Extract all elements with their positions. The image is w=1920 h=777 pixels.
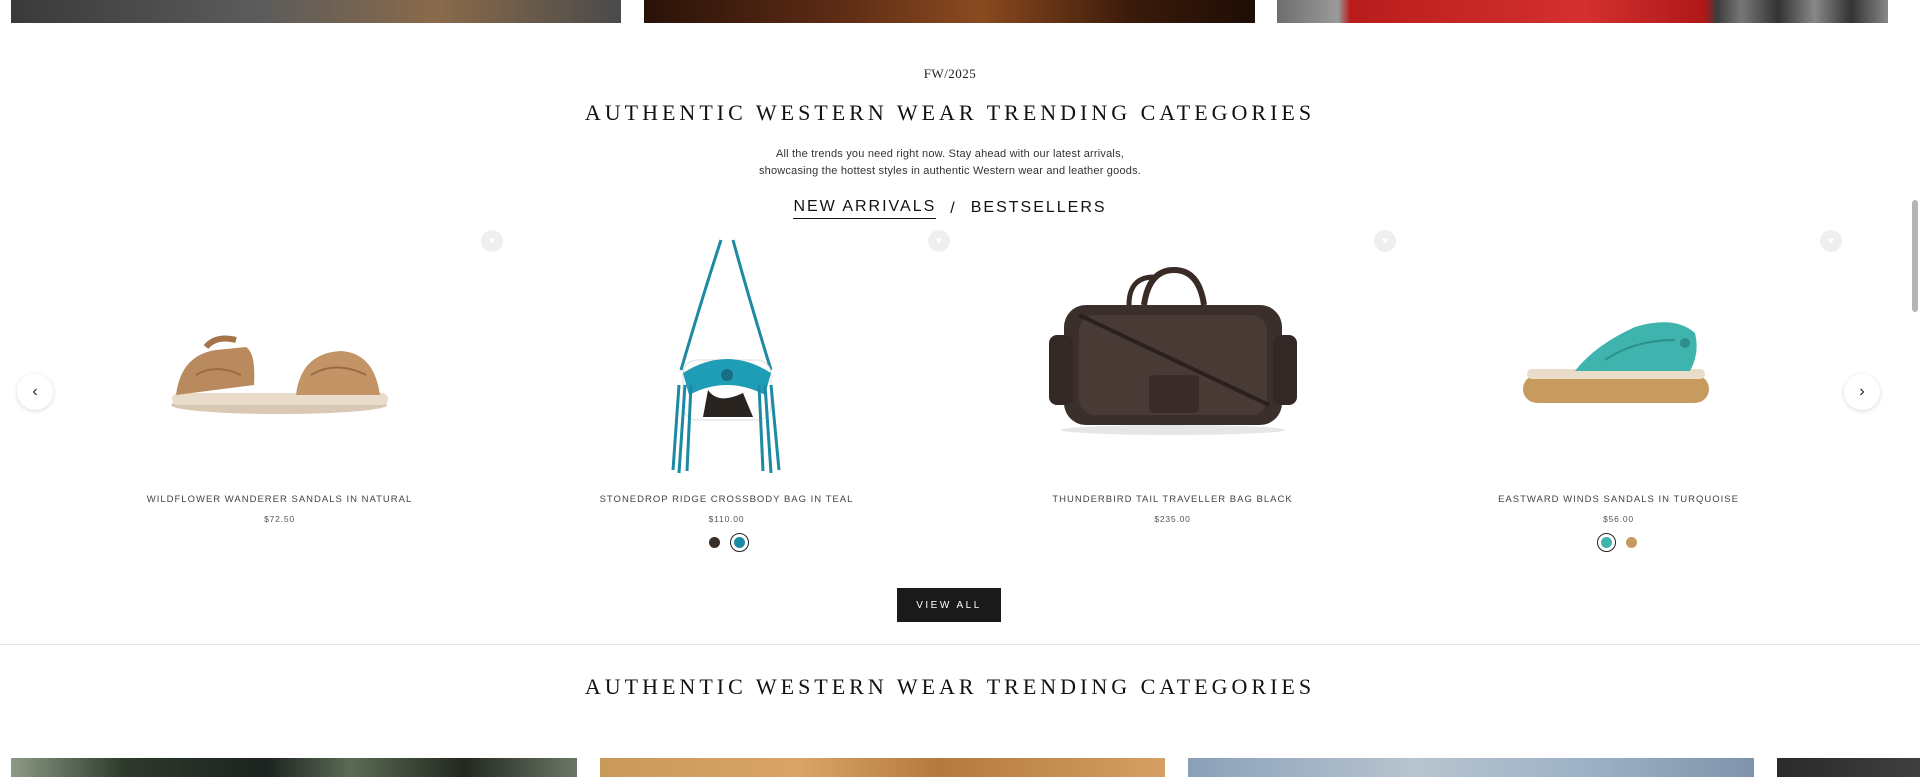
category-tile-3[interactable] [1188, 758, 1754, 777]
category-image-1[interactable] [11, 0, 621, 23]
crossbody-bag-teal-image[interactable] [503, 235, 950, 485]
product-price: $72.50 [264, 514, 295, 524]
product-card[interactable]: ♥ STONEDROP RIDGE CROSSBODY BAG IN TEAL … [503, 225, 950, 560]
product-name[interactable]: THUNDERBIRD TAIL TRAVELLER BAG BLACK [949, 494, 1396, 505]
product-name[interactable]: EASTWARD WINDS SANDALS IN TURQUOISE [1395, 494, 1842, 505]
category-tile-2[interactable] [600, 758, 1165, 777]
product-name[interactable]: STONEDROP RIDGE CROSSBODY BAG IN TEAL [503, 494, 950, 505]
product-price: $56.00 [1603, 514, 1634, 524]
chevron-right-icon: › [1859, 383, 1865, 400]
product-tabs: NEW ARRIVALS / BESTSELLERS [0, 198, 1900, 219]
chevron-left-icon: ‹ [32, 383, 38, 400]
section-title-bottom: AUTHENTIC WESTERN WEAR TRENDING CATEGORI… [584, 674, 1316, 699]
sandal-turquoise-image[interactable] [1395, 235, 1842, 485]
product-card[interactable]: ♥ THUNDERBIRD TAIL TRAVELLER BAG BLACK $… [949, 225, 1396, 560]
product-card[interactable]: ♥ EASTWARD WINDS SANDALS IN TURQUOISE $5… [1395, 225, 1842, 560]
swatch-dark[interactable] [704, 533, 724, 552]
tab-new-arrivals[interactable]: NEW ARRIVALS [793, 198, 937, 219]
view-all-button[interactable]: VIEW ALL [897, 588, 1001, 622]
tab-bestsellers[interactable]: BESTSELLERS [971, 199, 1107, 219]
category-tile-1[interactable] [11, 758, 577, 777]
page-scrollbar[interactable] [1912, 200, 1918, 312]
category-image-3[interactable] [1277, 0, 1888, 23]
swatch-teal[interactable] [729, 533, 749, 552]
swatch-turquoise[interactable] [1596, 533, 1616, 552]
section-title: AUTHENTIC WESTERN WEAR TRENDING CATEGORI… [584, 100, 1316, 125]
top-banner-strip [0, 0, 1920, 23]
sandal-natural-image[interactable] [56, 235, 503, 485]
tab-separator: / [950, 199, 957, 217]
carousel-prev-button[interactable]: ‹ [17, 374, 53, 410]
description-line: All the trends you need right now. Stay … [775, 148, 1125, 160]
category-tile-4[interactable] [1777, 758, 1920, 777]
carousel-next-button[interactable]: › [1844, 374, 1880, 410]
section-description: All the trends you need right now. Stay … [0, 146, 1900, 180]
color-swatches [1395, 533, 1842, 552]
product-name[interactable]: WILDFLOWER WANDERER SANDALS IN NATURAL [56, 494, 503, 505]
section-divider [0, 644, 1920, 645]
product-card[interactable]: ♥ WILDFLOWER WANDERER SANDALS IN NATURAL… [56, 225, 503, 560]
bottom-category-strip [0, 758, 1920, 777]
product-price: $235.00 [1154, 514, 1191, 524]
description-line: showcasing the hottest styles in authent… [758, 165, 1142, 177]
category-image-2[interactable] [644, 0, 1255, 23]
product-price: $110.00 [708, 514, 745, 524]
swatch-tan[interactable] [1621, 533, 1641, 552]
color-swatches [503, 533, 950, 552]
duffel-bag-black-image[interactable] [949, 235, 1396, 485]
season-label: FW/2025 [923, 66, 977, 81]
